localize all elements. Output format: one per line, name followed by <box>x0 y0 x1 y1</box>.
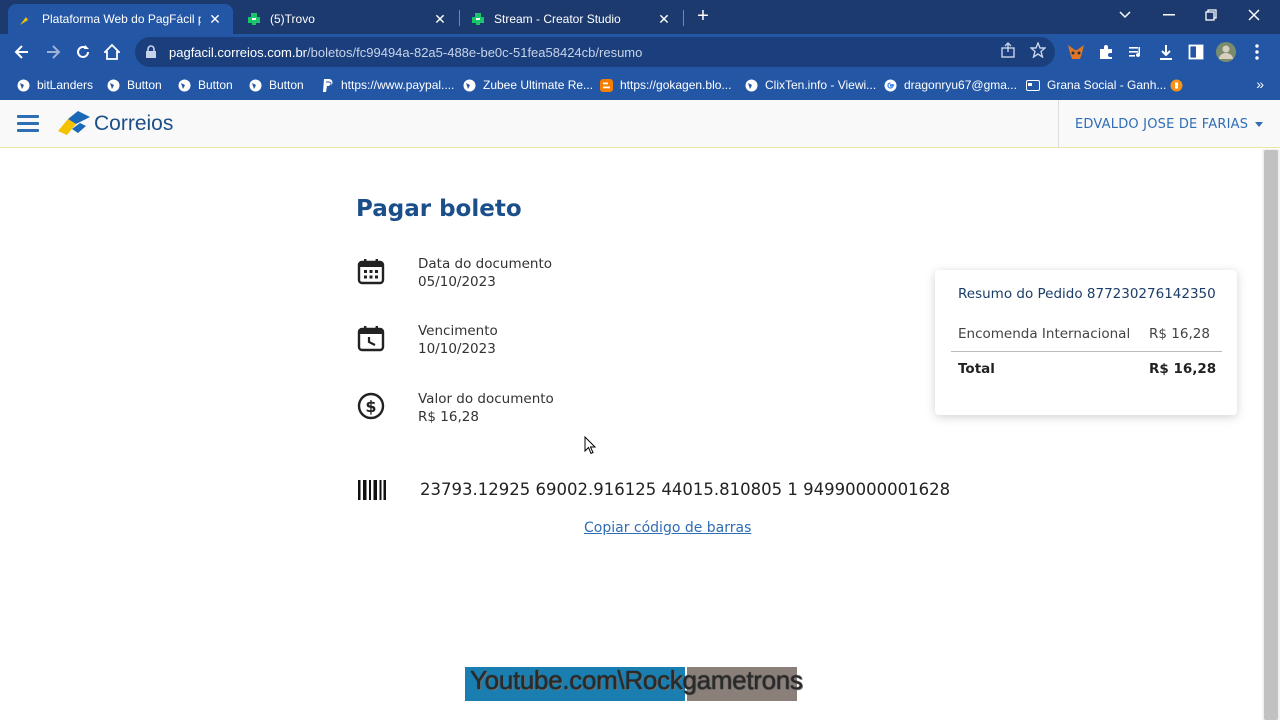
globe-icon <box>248 78 262 92</box>
summary-total-label: Total <box>958 361 995 377</box>
media-playlist-icon[interactable] <box>1126 42 1146 62</box>
summary-item-value: R$ 16,28 <box>1149 326 1210 342</box>
tab-trovo[interactable]: (5)Trovo ✕ <box>236 4 458 34</box>
document-date-value: 05/10/2023 <box>418 274 496 290</box>
side-panel-icon[interactable] <box>1186 42 1206 62</box>
tab-title: (5)Trovo <box>270 12 315 26</box>
mouse-cursor-icon <box>584 436 596 455</box>
barcode-icon <box>358 480 386 500</box>
bookmark-item[interactable]: Grana Social - Ganh... <box>1026 76 1166 94</box>
back-arrow-icon[interactable] <box>10 40 34 64</box>
globe-icon <box>744 78 758 92</box>
menu-kebab-icon[interactable] <box>1247 42 1267 62</box>
copy-barcode-link[interactable]: Copiar código de barras <box>584 520 751 536</box>
logo-text: Correios <box>94 112 174 135</box>
due-date-label: Vencimento <box>418 323 498 339</box>
dollar-circle-icon: $ <box>357 392 385 420</box>
bookmark-item[interactable]: Button <box>106 76 162 94</box>
close-icon[interactable]: ✕ <box>432 11 448 27</box>
order-summary-card: Resumo do Pedido 877230276142350 Encomen… <box>935 270 1237 415</box>
svg-text:$: $ <box>365 397 376 416</box>
forward-arrow-icon[interactable] <box>41 40 65 64</box>
metamask-icon[interactable] <box>1066 42 1086 62</box>
bookmark-item[interactable]: ClixTen.info - Viewi... <box>744 76 876 94</box>
document-date-label: Data do documento <box>418 256 553 272</box>
url-host: pagfacil.correios.com.br <box>169 44 307 60</box>
extensions-puzzle-icon[interactable] <box>1096 42 1116 62</box>
globe-icon <box>462 78 476 92</box>
paypal-icon <box>320 78 334 92</box>
document-value-row: $ Valor do documento R$ 16,28 <box>356 391 756 431</box>
page-title: Pagar boleto <box>356 196 522 222</box>
blogger-icon <box>599 78 613 92</box>
close-icon[interactable]: ✕ <box>207 11 223 27</box>
new-tab-button[interactable]: + <box>693 6 713 26</box>
tab-pagfacil[interactable]: Plataforma Web do PagFácil par ✕ <box>8 4 233 34</box>
site-header: Correios EDVALDO JOSE DE FARIAS <box>0 100 1280 148</box>
minimize-icon[interactable] <box>1156 4 1182 26</box>
home-icon[interactable] <box>100 40 124 64</box>
google-icon <box>883 78 897 92</box>
profile-avatar-icon[interactable] <box>1216 42 1236 62</box>
tab-creator-studio[interactable]: Stream - Creator Studio ✕ <box>460 4 682 34</box>
bookmarks-bar: bitLanders Button Button Button https://… <box>0 70 1280 100</box>
bookmark-item[interactable]: dragonryu67@gma... <box>883 76 1017 94</box>
globe-icon <box>106 78 120 92</box>
main-content <box>0 149 1262 720</box>
close-window-icon[interactable] <box>1241 4 1267 26</box>
summary-item-label: Encomenda Internacional <box>958 326 1131 342</box>
bookmark-item[interactable]: bitLanders <box>16 76 93 94</box>
bookmarks-overflow-button[interactable]: » <box>1256 76 1264 92</box>
correios-logo[interactable]: Correios <box>58 110 173 138</box>
bookmark-item[interactable]: Button <box>248 76 304 94</box>
tab-separator <box>683 10 684 26</box>
correios-logo-icon <box>58 111 90 135</box>
tab-title: Stream - Creator Studio <box>494 12 621 26</box>
reload-icon[interactable] <box>71 40 95 64</box>
bookmark-item[interactable]: Zubee Ultimate Re... <box>462 76 593 94</box>
summary-total-value: R$ 16,28 <box>1149 361 1217 377</box>
hamburger-menu-icon[interactable] <box>17 115 39 133</box>
close-icon[interactable]: ✕ <box>656 11 672 27</box>
order-summary-title: Resumo do Pedido 877230276142350 <box>958 286 1216 302</box>
summary-divider <box>951 351 1222 352</box>
url-path: /boletos/fc99494a-82a5-488e-be0c-51fea58… <box>307 44 643 60</box>
document-date-row: Data do documento 05/10/2023 <box>356 256 756 296</box>
browser-tabstrip: Plataforma Web do PagFácil par ✕ (5)Trov… <box>0 0 1280 34</box>
tab-search-icon[interactable] <box>1112 4 1138 26</box>
due-date-value: 10/10/2023 <box>418 341 496 357</box>
bitcoin-icon[interactable] <box>1170 76 1183 94</box>
trovo-favicon-icon <box>470 11 486 27</box>
user-menu[interactable]: EDVALDO JOSE DE FARIAS <box>1058 100 1280 148</box>
document-value-value: R$ 16,28 <box>418 409 479 425</box>
card-icon <box>1026 78 1040 92</box>
barcode-number: 23793.12925 69002.916125 44015.810805 1 … <box>420 480 951 499</box>
trovo-favicon-icon <box>246 11 262 27</box>
download-icon[interactable] <box>1156 42 1176 62</box>
calendar-clock-icon <box>357 326 385 352</box>
address-bar[interactable]: pagfacil.correios.com.br/boletos/fc99494… <box>135 37 1055 67</box>
document-value-label: Valor do documento <box>418 391 554 407</box>
browser-toolbar: pagfacil.correios.com.br/boletos/fc99494… <box>0 34 1280 70</box>
video-watermark: Youtube.com\Rockgametrons <box>470 665 803 695</box>
globe-icon <box>16 78 30 92</box>
bookmark-item[interactable]: https://gokagen.blo... <box>599 76 731 94</box>
calendar-icon <box>357 259 385 285</box>
bookmark-star-icon[interactable] <box>1029 41 1047 59</box>
restore-icon[interactable] <box>1198 4 1224 26</box>
pagfacil-favicon-icon <box>18 11 34 27</box>
scrollbar-thumb[interactable] <box>1264 150 1278 720</box>
caret-down-icon <box>1255 121 1264 127</box>
globe-icon <box>177 78 191 92</box>
share-icon[interactable] <box>999 41 1017 59</box>
bookmark-item[interactable]: Button <box>177 76 233 94</box>
due-date-row: Vencimento 10/10/2023 <box>356 323 756 363</box>
tab-title: Plataforma Web do PagFácil par <box>42 12 201 26</box>
bookmark-item[interactable]: https://www.paypal.... <box>320 76 454 94</box>
user-name: EDVALDO JOSE DE FARIAS <box>1075 116 1249 132</box>
lock-icon <box>145 45 159 59</box>
